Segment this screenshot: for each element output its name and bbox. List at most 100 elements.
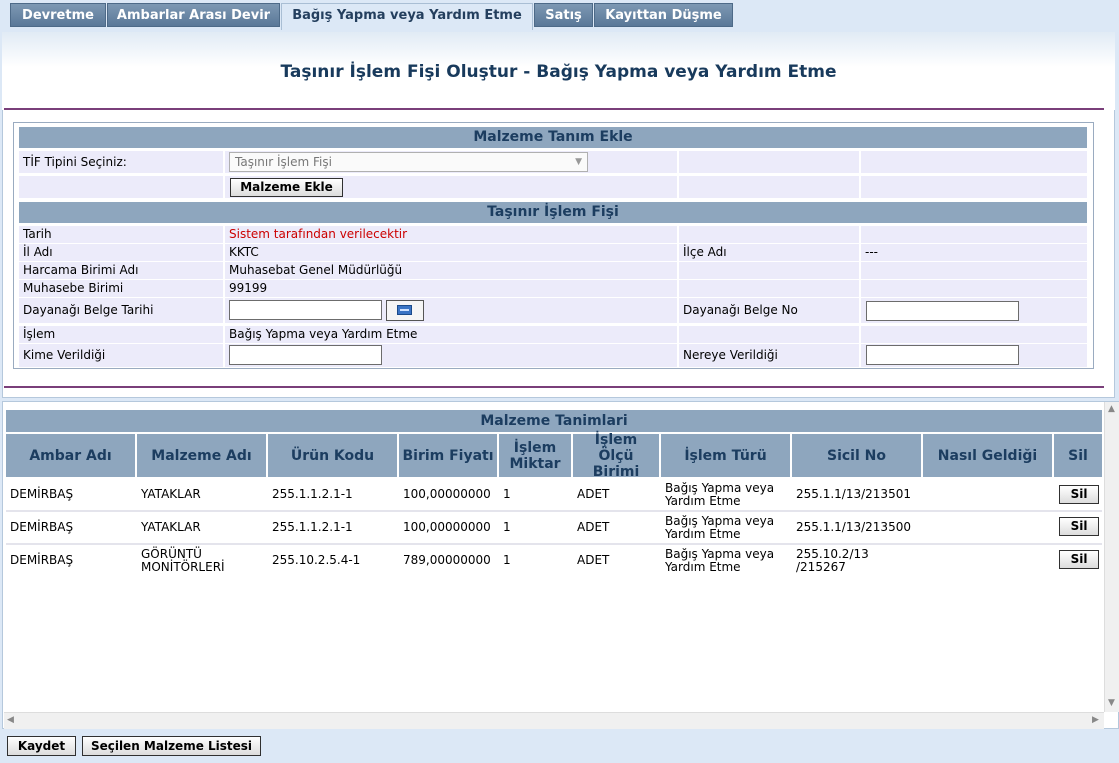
scroll-right-icon[interactable]: ▶ <box>1092 715 1099 725</box>
table-cell: GÖRÜNTÜ MONİTÖRLERİ <box>137 545 266 576</box>
sil-button[interactable]: Sil <box>1059 550 1099 569</box>
table-cell: Bağış Yapma veya Yardım Etme <box>661 545 790 576</box>
tif-type-select[interactable]: Taşınır İşlem Fişi ▼ <box>229 152 588 172</box>
horizontal-scrollbar[interactable]: ◀ ▶ <box>4 712 1104 729</box>
tif-header: Taşınır İşlem Fişi <box>19 202 1087 223</box>
col-birim-fiyati: Birim Fiyatı <box>399 434 497 477</box>
blank-cell <box>19 176 223 198</box>
nereye-label: Nereye Verildiği <box>679 344 859 367</box>
islem-label: İşlem <box>19 326 223 343</box>
table-title: Malzeme Tanimlari <box>6 410 1102 432</box>
blank-cell <box>679 326 859 343</box>
blank-cell <box>861 151 1087 173</box>
tif-form-box: Malzeme Tanım Ekle TİF Tipini Seçiniz: T… <box>13 122 1094 369</box>
page-title: Taşınır İşlem Fişi Oluştur - Bağış Yapma… <box>280 62 837 82</box>
divider-top <box>4 108 1104 110</box>
table-cell: 789,00000000 <box>399 545 497 576</box>
dayanak-no-input[interactable] <box>866 301 1019 321</box>
table-cell: 1 <box>499 512 571 543</box>
divider-bottom <box>4 386 1104 388</box>
table-cell: Bağış Yapma veya Yardım Etme <box>661 479 790 510</box>
secilen-malzeme-listesi-button[interactable]: Seçilen Malzeme Listesi <box>82 736 261 756</box>
tarih-label: Tarih <box>19 226 223 243</box>
table-cell: 255.1.1.2.1-1 <box>268 479 397 510</box>
table-cell: 255.10.2.5.4-1 <box>268 545 397 576</box>
dayanak-no-label: Dayanağı Belge No <box>679 298 859 323</box>
table-cell: 100,00000000 <box>399 512 497 543</box>
ilce-label: İlçe Adı <box>679 244 859 261</box>
table-cell: ADET <box>573 545 659 576</box>
table-cell: YATAKLAR <box>137 479 266 510</box>
blank-cell <box>679 226 859 243</box>
harcama-label: Harcama Birimi Adı <box>19 262 223 279</box>
malzeme-tanim-ekle-header: Malzeme Tanım Ekle <box>19 127 1087 148</box>
kime-input[interactable] <box>229 345 382 365</box>
blank-cell <box>679 280 859 297</box>
table-cell: DEMİRBAŞ <box>6 545 135 576</box>
muhasebe-value: 99199 <box>225 280 677 297</box>
table-cell: 100,00000000 <box>399 479 497 510</box>
calendar-icon <box>397 305 412 315</box>
table-cell: DEMİRBAŞ <box>6 512 135 543</box>
il-label: İl Adı <box>19 244 223 261</box>
tab-devretme[interactable]: Devretme <box>10 3 106 27</box>
tab-bar: Devretme Ambarlar Arası Devir Bağış Yapm… <box>0 0 1119 30</box>
tab-satis[interactable]: Satış <box>534 3 593 27</box>
malzeme-ekle-button[interactable]: Malzeme Ekle <box>230 178 343 197</box>
table-cell <box>923 512 1052 543</box>
chevron-down-icon: ▼ <box>575 157 582 167</box>
tab-ambarlar-arasi-devir[interactable]: Ambarlar Arası Devir <box>107 3 280 27</box>
blank-cell <box>861 280 1087 297</box>
col-sil: Sil <box>1054 434 1102 477</box>
table-cell: 255.10.2/13 /215267 <box>792 545 921 576</box>
col-islem-turu: İşlem Türü <box>661 434 790 477</box>
blank-cell <box>679 151 859 173</box>
scroll-up-icon[interactable]: ▲ <box>1108 404 1115 414</box>
col-urun-kodu: Ürün Kodu <box>268 434 397 477</box>
muhasebe-label: Muhasebe Birimi <box>19 280 223 297</box>
tif-type-selected: Taşınır İşlem Fişi <box>235 155 332 169</box>
table-cell: ADET <box>573 479 659 510</box>
kime-label: Kime Verildiği <box>19 344 223 367</box>
blank-cell <box>679 262 859 279</box>
table-cell: Bağış Yapma veya Yardım Etme <box>661 512 790 543</box>
col-islem-olcu-birimi: İşlem Ölçü Birimi <box>573 432 659 480</box>
scroll-down-icon[interactable]: ▼ <box>1108 698 1115 708</box>
table-cell: YATAKLAR <box>137 512 266 543</box>
il-value: KKTC <box>225 244 677 261</box>
table-cell: 1 <box>499 545 571 576</box>
sil-button[interactable]: Sil <box>1059 485 1099 504</box>
table-cell <box>923 479 1052 510</box>
col-ambar-adi: Ambar Adı <box>6 434 135 477</box>
sil-button[interactable]: Sil <box>1059 517 1099 536</box>
table-cell: 255.1.1/13/213501 <box>792 479 921 510</box>
kaydet-button[interactable]: Kaydet <box>7 736 76 756</box>
harcama-value: Muhasebat Genel Müdürlüğü <box>225 262 677 279</box>
table-cell: 1 <box>499 479 571 510</box>
blank-cell <box>679 176 859 198</box>
blank-cell <box>861 226 1087 243</box>
tab-bagis-yapma[interactable]: Bağış Yapma veya Yardım Etme <box>281 3 533 30</box>
vertical-scrollbar[interactable]: ▲ ▼ <box>1104 402 1119 712</box>
blank-cell <box>861 326 1087 343</box>
blank-cell <box>861 176 1087 198</box>
table-cell: ADET <box>573 512 659 543</box>
tarih-value: Sistem tarafından verilecektir <box>225 226 677 243</box>
calendar-button[interactable] <box>386 300 424 321</box>
col-islem-miktar: İşlem Miktar <box>499 434 571 477</box>
col-sicil-no: Sicil No <box>792 434 921 477</box>
col-nasil-geldigi: Nasıl Geldiği <box>923 434 1052 477</box>
dayanak-tarih-input[interactable] <box>229 300 382 320</box>
scroll-left-icon[interactable]: ◀ <box>7 715 14 725</box>
tab-kayittan-dusme[interactable]: Kayıttan Düşme <box>594 3 733 27</box>
table-cell: 255.1.1.2.1-1 <box>268 512 397 543</box>
table-cell <box>923 545 1052 576</box>
table-cell: DEMİRBAŞ <box>6 479 135 510</box>
ilce-value: --- <box>861 244 1087 261</box>
col-malzeme-adi: Malzeme Adı <box>137 434 266 477</box>
blank-cell <box>861 262 1087 279</box>
islem-value: Bağış Yapma veya Yardım Etme <box>225 326 677 343</box>
table-cell: 255.1.1/13/213500 <box>792 512 921 543</box>
dayanak-tarih-label: Dayanağı Belge Tarihi <box>19 298 223 323</box>
nereye-input[interactable] <box>866 345 1019 365</box>
